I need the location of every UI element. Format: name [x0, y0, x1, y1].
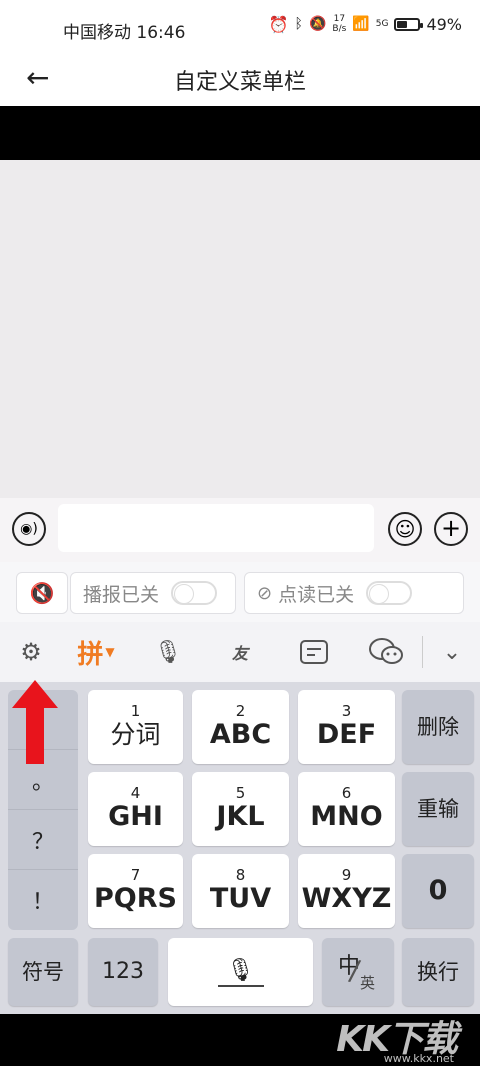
- cn-en-switch[interactable]: 中 / 英: [322, 938, 394, 1006]
- watermark-url: www.kkx.net: [383, 1052, 454, 1065]
- keyboard-toggles: 🔇 播报已关 ⊘ 点读已关: [0, 562, 480, 622]
- signal-label: 5G: [375, 19, 389, 29]
- youpin-button[interactable]: 友: [220, 634, 260, 670]
- key-2[interactable]: 2 ABC: [192, 690, 289, 764]
- keyboard: 🔇 播报已关 ⊘ 点读已关 ⚙ 拼▼ 🎙 友 ⌄ ， 。: [0, 562, 480, 1014]
- keyboard-toolbar: ⚙ 拼 ▼ 🎙 友 ⌄: [0, 622, 480, 682]
- key-0[interactable]: 0: [402, 854, 474, 928]
- wifi-icon: 📶: [352, 16, 370, 32]
- toolbar-divider: [422, 636, 423, 668]
- status-bar: 中国移动 16:46 ⏰ ᛒ 🔕 17 B/s 📶 5G 49%: [0, 0, 480, 58]
- key-6[interactable]: 6 MNO: [298, 772, 395, 846]
- broadcast-switch[interactable]: [171, 581, 218, 605]
- enter-button[interactable]: 换行: [402, 938, 474, 1006]
- page-title: 自定义菜单栏: [173, 70, 306, 95]
- symbol-exclaim[interactable]: ！: [8, 870, 78, 930]
- mic-icon[interactable]: 🎙: [150, 634, 186, 670]
- wechat-icon[interactable]: [364, 634, 408, 670]
- red-arrow-annotation: [12, 680, 58, 764]
- delete-button[interactable]: 删除: [402, 690, 474, 764]
- broadcast-toggle[interactable]: 播报已关: [70, 572, 236, 614]
- battery-percent: 49%: [426, 14, 462, 34]
- key-7[interactable]: 7 PQRS: [88, 854, 183, 928]
- mute-bell-icon: 🔕: [308, 16, 327, 32]
- read-switch[interactable]: [366, 581, 413, 605]
- emoji-icon[interactable]: ☺: [388, 512, 422, 546]
- status-icons: ⏰ ᛒ 🔕 17 B/s 📶 5G 49%: [269, 14, 462, 34]
- plus-icon[interactable]: +: [434, 512, 468, 546]
- symbol-question[interactable]: ？: [8, 810, 78, 870]
- battery-icon: [394, 17, 424, 31]
- content-area: [0, 160, 480, 498]
- header: ← 自定义菜单栏: [0, 58, 480, 106]
- broadcast-label: 播报已关: [83, 583, 160, 606]
- mic-icon: 🎙: [226, 957, 255, 983]
- key-1[interactable]: 1 分词: [88, 690, 183, 764]
- black-band: [0, 106, 480, 160]
- battery-level: [397, 20, 408, 28]
- bluetooth-icon: ᛒ: [294, 16, 303, 32]
- net-speed: 17 B/s: [332, 14, 347, 34]
- read-off-icon: ⊘: [257, 582, 273, 604]
- read-toggle[interactable]: ⊘ 点读已关: [244, 572, 464, 614]
- key-4[interactable]: 4 GHI: [88, 772, 183, 846]
- alarm-icon: ⏰: [268, 14, 289, 34]
- speaker-mute-icon[interactable]: 🔇: [16, 572, 68, 614]
- key-5[interactable]: 5 JKL: [192, 772, 289, 846]
- key-3[interactable]: 3 DEF: [298, 690, 395, 764]
- space-key[interactable]: 🎙: [168, 938, 313, 1006]
- symbols-button[interactable]: 符号: [8, 938, 78, 1006]
- key-9[interactable]: 9 WXYZ: [298, 854, 395, 928]
- ime-switch-button[interactable]: 拼 ▼: [68, 634, 124, 670]
- retype-button[interactable]: 重输: [402, 772, 474, 846]
- gear-icon[interactable]: ⚙: [12, 634, 50, 670]
- carrier-time: 中国移动 16:46: [63, 23, 186, 43]
- voice-icon[interactable]: ◉): [12, 512, 46, 546]
- chevron-down-icon[interactable]: ⌄: [432, 634, 472, 670]
- numbers-button[interactable]: 123: [88, 938, 158, 1006]
- note-icon[interactable]: [296, 634, 332, 670]
- space-bar-line: [217, 984, 264, 987]
- input-bar: ◉) ☺ +: [0, 498, 480, 562]
- message-input[interactable]: [58, 504, 374, 552]
- read-label: 点读已关: [278, 583, 355, 606]
- key-8[interactable]: 8 TUV: [192, 854, 289, 928]
- caret-down-icon: ▼: [105, 645, 115, 659]
